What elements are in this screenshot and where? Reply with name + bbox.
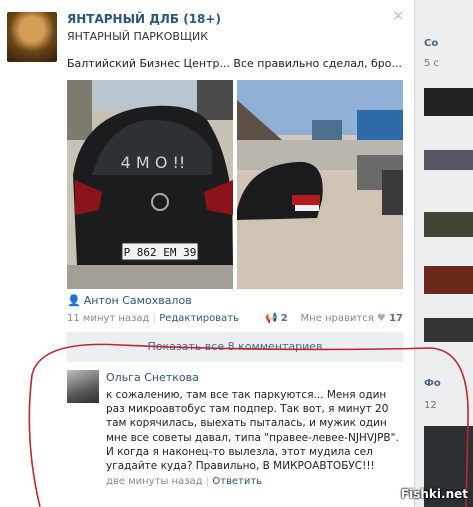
license-plate: Р 862 ЕМ 39 <box>124 246 197 259</box>
share-icon[interactable]: 📢 <box>265 313 277 324</box>
person-icon: 👤 <box>67 294 81 307</box>
post-text: Балтийский Бизнес Центр... Все правильно… <box>67 57 402 70</box>
comment-text: к сожалению, там все так паркуются... Ме… <box>106 389 399 473</box>
post-author-name[interactable]: Антон Самохвалов <box>84 294 192 307</box>
right-column-thumb-4[interactable] <box>424 266 473 294</box>
comment-author-name[interactable]: Ольга Снеткова <box>106 371 199 384</box>
right-column-heading-2[interactable]: Фо <box>424 378 441 389</box>
right-column-subtext-1: 5 с <box>424 58 440 69</box>
like-label[interactable]: Мне нравится <box>300 313 373 324</box>
reply-link[interactable]: Ответить <box>212 476 262 487</box>
heart-icon[interactable]: ♥ <box>377 313 386 324</box>
post-time[interactable]: 11 минут назад <box>67 313 149 324</box>
like-count: 17 <box>389 313 403 324</box>
right-column-thumb-5[interactable] <box>424 318 473 342</box>
show-all-comments-button[interactable]: Показать все 8 комментариев <box>67 332 403 362</box>
post-author[interactable]: 👤 Антон Самохвалов <box>67 294 192 307</box>
dust-graffiti: 4 M O !! <box>121 153 186 172</box>
watermark: Fishki.net <box>400 487 468 501</box>
post-meta: 11 минут назад | Редактировать 📢 2 Мне н… <box>67 313 403 324</box>
post-stats: 📢 2 Мне нравится ♥ 17 <box>265 313 403 324</box>
post-photo-car-rear[interactable]: 4 M O !! Р 862 ЕМ 39 <box>67 80 233 289</box>
comment-meta: две минуты назад | Ответить <box>106 476 263 487</box>
right-column-thumb-3[interactable] <box>424 212 473 237</box>
right-column-subtext-2: 12 <box>424 400 437 411</box>
share-count: 2 <box>280 313 288 324</box>
post-photo-parking[interactable] <box>237 80 403 289</box>
group-avatar[interactable] <box>7 12 57 62</box>
close-icon[interactable]: ✕ <box>392 7 405 25</box>
group-subtitle: ЯНТАРНЫЙ ПАРКОВЩИК <box>67 30 209 43</box>
right-column-thumb-2[interactable] <box>424 150 473 170</box>
right-column-heading-1[interactable]: Со <box>424 38 438 49</box>
right-column-thumb-1[interactable] <box>424 88 473 116</box>
wall-post: ЯНТАРНЫЙ ДЛБ (18+) ЯНТАРНЫЙ ПАРКОВЩИК ✕ … <box>0 0 415 507</box>
group-name-link[interactable]: ЯНТАРНЫЙ ДЛБ (18+) <box>67 12 221 26</box>
comment-time[interactable]: две минуты назад <box>106 476 203 487</box>
comment-author-avatar[interactable] <box>67 370 99 403</box>
right-column: Со 5 с Фо 12 <box>416 0 473 507</box>
edit-link[interactable]: Редактировать <box>159 313 239 324</box>
